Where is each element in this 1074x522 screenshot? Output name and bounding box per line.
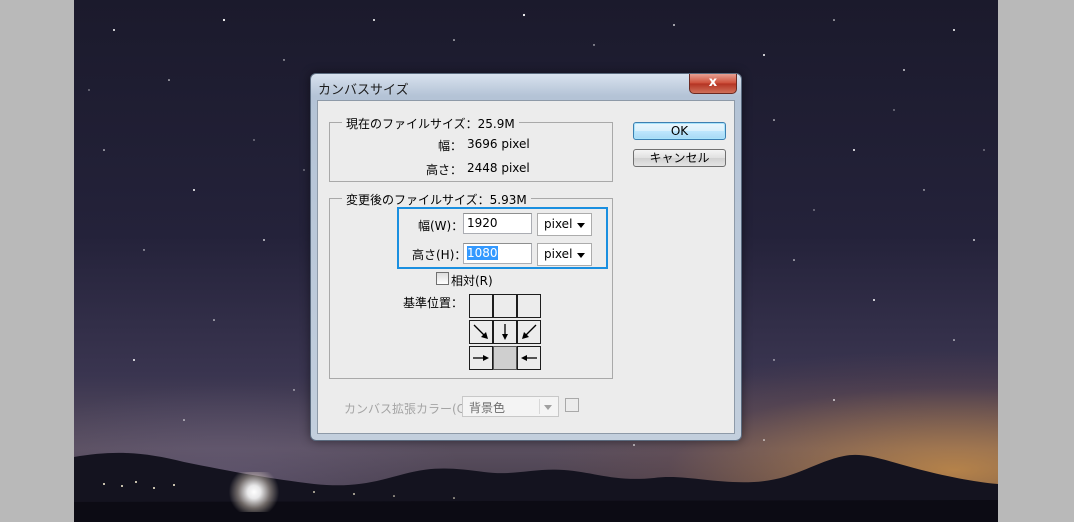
- width-unit-select[interactable]: pixel: [537, 213, 592, 236]
- current-width-label: 幅：: [438, 139, 463, 153]
- width-unit-value: pixel: [544, 217, 573, 231]
- current-size-legend: 現在のファイルサイズ：25.9M: [342, 115, 519, 132]
- extension-color-swatch[interactable]: [565, 398, 579, 412]
- anchor-middle-center[interactable]: [493, 320, 517, 344]
- anchor-bottom-right[interactable]: [517, 346, 541, 370]
- anchor-middle-left[interactable]: [469, 320, 493, 344]
- arrow-right-icon: [473, 355, 489, 361]
- canvas-size-dialog: カンバスサイズ x 現在のファイルサイズ：25.9M 幅： 3696 pixel…: [310, 73, 742, 441]
- arrow-down-left-icon: [522, 324, 537, 339]
- close-button[interactable]: x: [689, 74, 737, 94]
- anchor-middle-right[interactable]: [517, 320, 541, 344]
- height-input[interactable]: 1080: [463, 243, 532, 264]
- anchor-top-left[interactable]: [469, 294, 493, 318]
- extension-color-value: 背景色: [469, 401, 506, 415]
- width-input-value: 1920: [467, 216, 498, 230]
- ok-button[interactable]: OK: [633, 122, 726, 140]
- arrow-left-icon: [521, 355, 537, 361]
- anchor-grid: [469, 294, 542, 370]
- dialog-title: カンバスサイズ: [318, 83, 409, 98]
- arrow-down-right-icon: [473, 324, 488, 339]
- cancel-button[interactable]: キャンセル: [633, 149, 726, 167]
- chevron-down-icon: [577, 253, 585, 258]
- chevron-down-icon: [577, 223, 585, 228]
- extension-color-select[interactable]: 背景色: [462, 396, 559, 417]
- new-size-legend: 変更後のファイルサイズ：5.93M: [342, 191, 531, 208]
- current-height-label: 高さ：: [426, 163, 463, 177]
- anchor-bottom-center-selected[interactable]: [493, 346, 517, 370]
- ok-button-label: OK: [670, 124, 689, 138]
- new-size-group: 変更後のファイルサイズ：5.93M 幅(W)： 1920 pixel 高さ(H)…: [329, 191, 613, 379]
- dialog-body: 現在のファイルサイズ：25.9M 幅： 3696 pixel 高さ： 2448 …: [317, 100, 735, 434]
- anchor-top-right[interactable]: [517, 294, 541, 318]
- close-icon: x: [708, 75, 718, 90]
- current-width-value: 3696 pixel: [467, 137, 530, 151]
- height-input-value: 1080: [467, 246, 498, 260]
- city-light-glow: [224, 472, 284, 512]
- arrow-down-icon: [502, 324, 508, 340]
- anchor-bottom-left[interactable]: [469, 346, 493, 370]
- current-height-value: 2448 pixel: [467, 161, 530, 175]
- anchor-top-center[interactable]: [493, 294, 517, 318]
- height-unit-value: pixel: [544, 247, 573, 261]
- relative-label: 相対(R): [451, 274, 493, 288]
- height-unit-select[interactable]: pixel: [537, 243, 592, 266]
- new-width-label: 幅(W)：: [418, 219, 464, 233]
- cancel-button-label: キャンセル: [649, 151, 710, 165]
- select-divider: [539, 399, 540, 414]
- chevron-down-icon: [544, 405, 552, 410]
- relative-checkbox[interactable]: [436, 272, 449, 285]
- current-size-group: 現在のファイルサイズ：25.9M 幅： 3696 pixel 高さ： 2448 …: [329, 115, 613, 182]
- new-height-label: 高さ(H)：: [412, 248, 467, 262]
- width-input[interactable]: 1920: [463, 213, 532, 234]
- anchor-label: 基準位置：: [403, 296, 464, 310]
